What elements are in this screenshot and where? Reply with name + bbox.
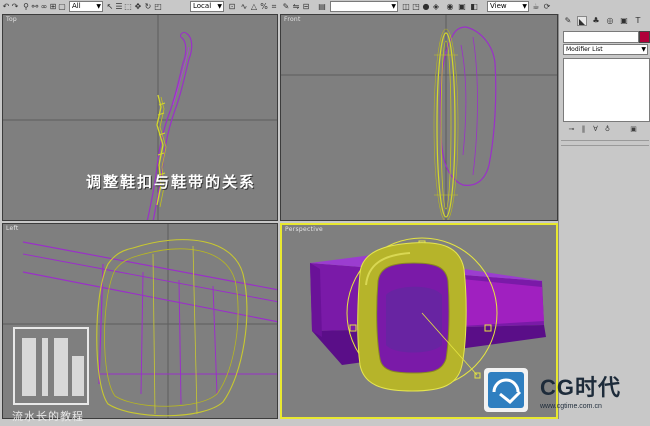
- select-icon[interactable]: ▢: [58, 2, 66, 11]
- hierarchy-icon[interactable]: ⊞: [49, 2, 57, 11]
- chevron-down-icon: ▼: [391, 3, 396, 10]
- utilities-tab-icon[interactable]: T: [633, 16, 643, 26]
- create-tab-icon[interactable]: ✎: [563, 16, 573, 26]
- undo-icon[interactable]: ↶: [2, 2, 10, 11]
- schematic-icon[interactable]: ◳: [412, 2, 420, 11]
- object-color-swatch[interactable]: [639, 31, 650, 43]
- modifier-list-label: Modifier List: [566, 46, 603, 53]
- bind-icon[interactable]: ∞: [40, 2, 48, 11]
- layer-icon[interactable]: ▤: [318, 2, 326, 11]
- stack-buttons: ⊸ ‖ ∀ ♁ ▣: [565, 125, 647, 135]
- spinner-snap-icon[interactable]: ⌗: [270, 2, 278, 11]
- render-last-icon[interactable]: ⟳: [543, 2, 551, 11]
- front-view-geometry: [281, 15, 557, 220]
- make-unique-icon[interactable]: ∀: [591, 125, 600, 134]
- motion-tab-icon[interactable]: ◎: [605, 16, 615, 26]
- panel-divider: [561, 145, 649, 146]
- chevron-down-icon: ▼: [641, 46, 646, 53]
- named-selection-dropdown[interactable]: ▼: [330, 1, 398, 12]
- render-setup-icon[interactable]: ◈: [432, 2, 440, 11]
- view-mode-value: View: [490, 2, 507, 10]
- command-panel: ✎ ◣ ♣ ◎ ▣ T Modifier List ▼ ⊸ ‖ ∀ ♁ ▣: [558, 14, 650, 419]
- render-type-icon[interactable]: ◧: [470, 2, 478, 11]
- pin-stack-icon[interactable]: ⊸: [567, 125, 576, 134]
- tutorial-caption: 调整鞋扣与鞋带的关系: [86, 173, 257, 191]
- chevron-down-icon: ▼: [217, 3, 222, 10]
- snap-icon[interactable]: ∿: [240, 2, 248, 11]
- viewport-area: Top Front Left Perspective 调整鞋扣与鞋带的关系 流水…: [0, 14, 558, 423]
- panel-divider: [561, 140, 649, 141]
- quick-render-icon[interactable]: ◉: [446, 2, 454, 11]
- redo-icon[interactable]: ↷: [11, 2, 19, 11]
- modifier-stack[interactable]: [563, 58, 650, 122]
- chevron-down-icon: ▼: [522, 3, 527, 10]
- rotate-icon[interactable]: ↻: [144, 2, 152, 11]
- select-by-name-icon[interactable]: ☰: [115, 2, 123, 11]
- remove-modifier-icon[interactable]: ♁: [603, 125, 612, 134]
- render-icon[interactable]: ☕: [532, 2, 540, 11]
- viewport-front[interactable]: Front: [280, 14, 558, 221]
- watermark-brand: CG时代: [540, 375, 622, 400]
- select-object-icon[interactable]: ↖: [106, 2, 114, 11]
- modify-tab-icon[interactable]: ◣: [577, 16, 587, 26]
- object-name-field[interactable]: [563, 31, 639, 43]
- selection-filter-value: All: [72, 2, 81, 10]
- hierarchy-tab-icon[interactable]: ♣: [591, 16, 601, 26]
- show-end-result-icon[interactable]: ‖: [579, 125, 588, 134]
- move-icon[interactable]: ✥: [134, 2, 142, 11]
- align-icon[interactable]: ⊟: [302, 2, 310, 11]
- unlink-icon[interactable]: ⚯: [31, 2, 39, 11]
- angle-snap-icon[interactable]: △: [250, 2, 258, 11]
- render-frame-icon[interactable]: ▣: [458, 2, 466, 11]
- display-tab-icon[interactable]: ▣: [619, 16, 629, 26]
- watermark-url: www.cgtime.com.cn: [540, 403, 602, 410]
- reference-coord-dropdown[interactable]: Local ▼: [190, 1, 224, 12]
- material-editor-icon[interactable]: ●: [422, 2, 430, 11]
- percent-snap-icon[interactable]: %: [260, 2, 268, 11]
- curve-editor-icon[interactable]: ◫: [402, 2, 410, 11]
- render-view-dropdown[interactable]: View ▼: [487, 1, 529, 12]
- mirror-icon[interactable]: ⇋: [292, 2, 300, 11]
- link-icon[interactable]: ⚲: [22, 2, 30, 11]
- configure-sets-icon[interactable]: ▣: [629, 125, 638, 134]
- main-toolbar: ↶ ↷ ⚲ ⚯ ∞ ⊞ ▢ All ▼ ↖ ☰ ⬚ ✥ ↻ ◰ Local ▼ …: [0, 0, 650, 15]
- command-panel-tabs: ✎ ◣ ♣ ◎ ▣ T: [561, 16, 649, 28]
- pivot-icon[interactable]: ⊡: [228, 2, 236, 11]
- chevron-down-icon: ▼: [96, 3, 101, 10]
- coord-system-value: Local: [193, 2, 212, 10]
- modifier-list-dropdown[interactable]: Modifier List ▼: [563, 44, 648, 55]
- select-region-icon[interactable]: ⬚: [124, 2, 132, 11]
- selection-filter-dropdown[interactable]: All ▼: [69, 1, 103, 12]
- scale-icon[interactable]: ◰: [154, 2, 162, 11]
- edit-named-selection-icon[interactable]: ✎: [282, 2, 290, 11]
- author-logo-text: 流水长的教程: [12, 410, 84, 423]
- toolbar-icons: ↶ ↷ ⚲ ⚯ ∞ ⊞ ▢: [2, 2, 72, 12]
